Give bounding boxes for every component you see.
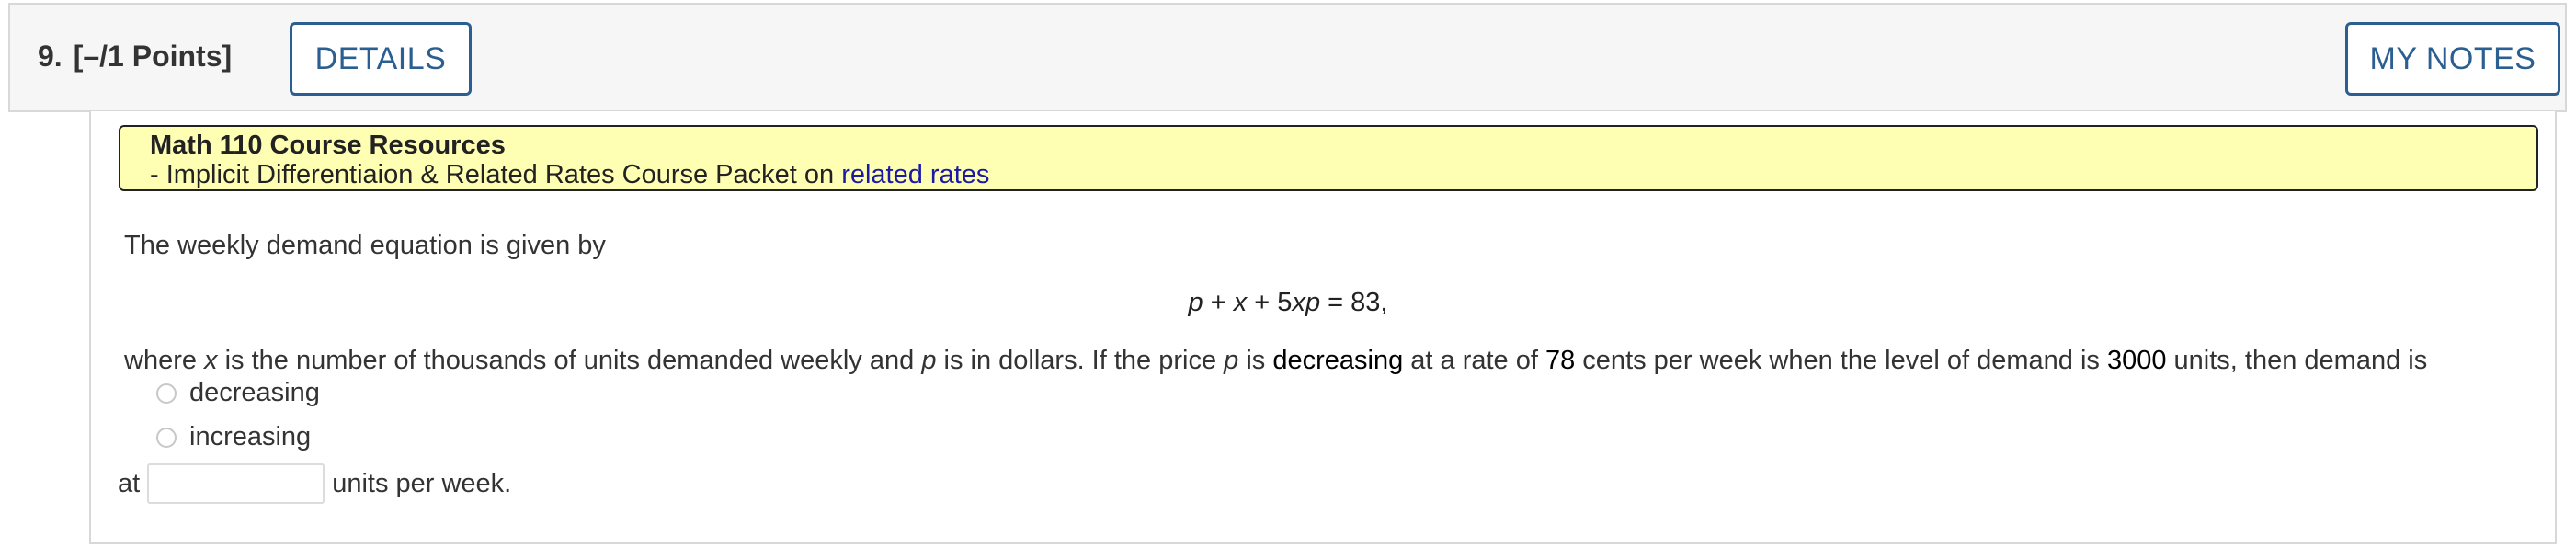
question-intro: The weekly demand equation is given by	[124, 231, 606, 260]
rate-value: 78	[1544, 346, 1576, 375]
equation-x: x	[1233, 288, 1248, 317]
radio-increasing[interactable]	[156, 427, 177, 448]
radio-decreasing[interactable]	[156, 382, 177, 404]
question-points: [–/1 Points]	[73, 40, 233, 73]
answer-row: at units per week.	[118, 463, 511, 504]
price-direction-value: decreasing	[1272, 346, 1404, 375]
resources-line: - Implicit Differentiaion & Related Rate…	[150, 160, 2536, 189]
equation-plus-2: + 5	[1247, 288, 1293, 317]
problem-var-x: x	[204, 346, 218, 375]
demand-equation: p + x + 5xp = 83,	[0, 288, 2576, 318]
question-number: 9.	[38, 40, 63, 73]
problem-var-p-2: p	[1224, 346, 1239, 375]
question-title: 9. [–/1 Points]	[38, 40, 232, 74]
question-page: 9. [–/1 Points] DETAILS MY NOTES Math 110…	[0, 0, 2576, 548]
problem-text-6: cents per week when the level of demand …	[1575, 346, 2107, 375]
problem-statement: where x is the number of thousands of un…	[124, 346, 2427, 376]
option-increasing-label: increasing	[189, 422, 312, 451]
problem-text-3: is in dollars. If the price	[936, 346, 1225, 375]
my-notes-button[interactable]: MY NOTES	[2345, 22, 2560, 96]
problem-text-2: is the number of thousands of units dema…	[217, 346, 922, 375]
demand-level-value: 3000	[2106, 346, 2167, 375]
option-decreasing-label: decreasing	[189, 378, 320, 407]
problem-text-7: units, then demand is	[2166, 346, 2428, 375]
answer-prefix: at	[118, 468, 141, 498]
course-resources-box: Math 110 Course Resources - Implicit Dif…	[119, 125, 2538, 191]
equation-xp: xp	[1292, 288, 1321, 317]
resources-title: Math 110 Course Resources	[150, 131, 506, 160]
problem-text-4: is	[1238, 346, 1273, 375]
equation-rest: = 83,	[1320, 288, 1388, 317]
equation-p: p	[1188, 288, 1203, 317]
answer-suffix: units per week.	[332, 468, 512, 498]
option-decreasing[interactable]: decreasing	[156, 378, 320, 408]
details-button[interactable]: DETAILS	[290, 22, 472, 96]
question-header: 9. [–/1 Points] DETAILS MY NOTES	[8, 3, 2567, 112]
rate-answer-input[interactable]	[147, 463, 325, 504]
equation-plus-1: +	[1203, 288, 1234, 317]
problem-var-p: p	[921, 346, 937, 375]
related-rates-link[interactable]: related rates	[841, 160, 989, 189]
option-increasing[interactable]: increasing	[156, 422, 311, 452]
problem-text-5: at a rate of	[1403, 346, 1545, 375]
resources-line-text: - Implicit Differentiaion & Related Rate…	[150, 160, 842, 189]
problem-text-1: where	[124, 346, 205, 375]
